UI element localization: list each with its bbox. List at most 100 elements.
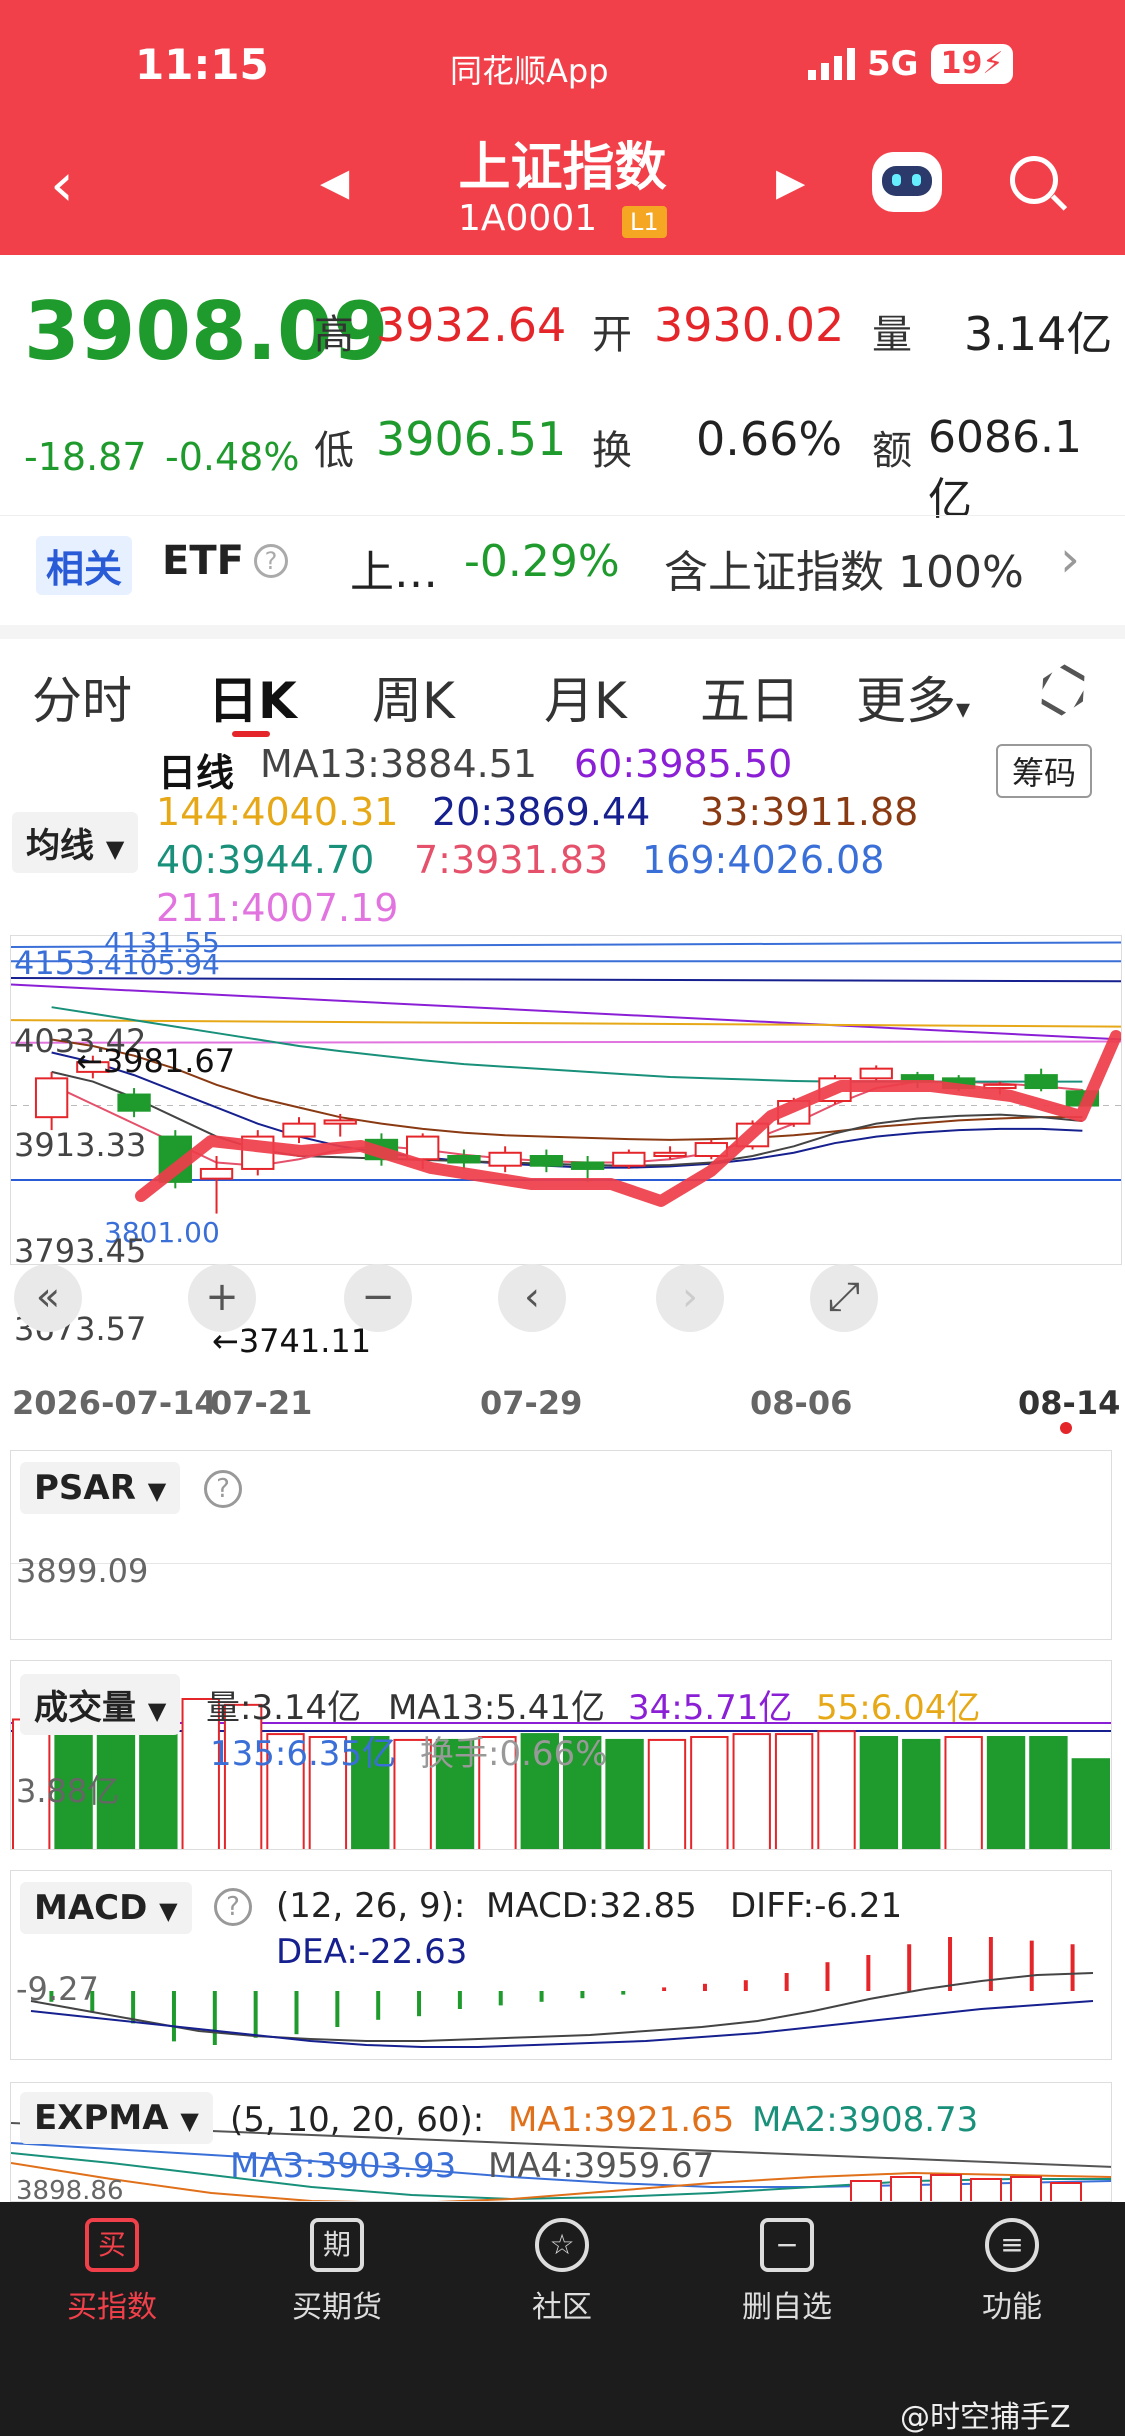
ma-item: 144:4040.31	[156, 790, 399, 834]
macd-label: MACD	[34, 1888, 148, 1928]
watermark: @时空捕手Z	[900, 2400, 1071, 2435]
volume-select[interactable]: 成交量 ▼	[20, 1674, 181, 1735]
amount-value: 6086.1亿	[928, 412, 1082, 525]
signal-icon	[808, 48, 855, 80]
help-icon[interactable]: ?	[254, 544, 288, 578]
candle-body	[199, 1167, 234, 1180]
tab-intraday[interactable]: 分时	[32, 661, 132, 733]
battery-level: 19	[940, 46, 983, 81]
nav-community[interactable]: ☆ 社区	[482, 2218, 642, 2326]
dropdown-icon: ▼	[180, 2107, 199, 2135]
ma-select[interactable]: 均线 ▼	[12, 812, 139, 873]
expma-ma4: MA4:3959.67	[488, 2146, 715, 2186]
robot-assistant-icon[interactable]	[872, 152, 942, 212]
candle-body	[34, 1077, 69, 1119]
dropdown-icon: ▼	[147, 1477, 167, 1505]
nav-buy-index[interactable]: 买买指数	[32, 2218, 192, 2326]
volume-bar	[986, 1736, 1026, 1849]
network-type: 5G	[867, 44, 919, 84]
volume-axis-label: 3.88亿	[16, 1772, 120, 1810]
volume-bar	[732, 1733, 771, 1849]
expma-ma3: MA3:3903.93	[230, 2146, 457, 2186]
candle-body	[570, 1161, 605, 1170]
volume-bar	[817, 1730, 856, 1849]
volume-bar	[690, 1736, 729, 1849]
y-axis-label: 4105.94	[104, 948, 220, 981]
scroll-left-button[interactable]: ‹	[498, 1264, 566, 1332]
mark-high: ←3981.67	[76, 1042, 236, 1080]
volume-ma34: 34:5.71亿	[628, 1688, 793, 1728]
status-indicators: 5G 19⚡	[808, 44, 1014, 84]
tab-more-label: 更多	[856, 672, 956, 730]
related-etf-name: 上…	[350, 547, 438, 598]
rewind-button[interactable]: «	[14, 1264, 82, 1332]
psar-label: PSAR	[34, 1468, 136, 1508]
tab-more[interactable]: 更多▾	[856, 661, 970, 733]
expma-candle	[930, 2174, 962, 2201]
tab-monthly-k[interactable]: 月K	[544, 661, 627, 733]
remove-icon: −	[760, 2218, 814, 2272]
nav-label: 买指数	[67, 2290, 157, 2325]
turnover-label: 换	[592, 428, 632, 474]
expma-candle	[970, 2178, 1002, 2201]
open-value: 3930.02	[654, 298, 845, 352]
x-axis-label: 07-21	[210, 1384, 313, 1422]
volume-bar	[902, 1738, 941, 1849]
nav-remove-watchlist[interactable]: − 删自选	[707, 2218, 867, 2326]
macd-select[interactable]: MACD ▼	[20, 1882, 192, 1934]
amount-label: 额	[872, 428, 912, 474]
macd-value: MACD:32.85	[486, 1886, 697, 1926]
search-icon[interactable]	[1010, 156, 1068, 212]
next-stock-icon[interactable]: ▶	[776, 160, 805, 204]
price-change-pct: -0.48%	[165, 435, 300, 479]
volume-label: 量	[872, 312, 912, 358]
nav-functions[interactable]: ≡ 功能	[932, 2218, 1092, 2326]
settings-icon[interactable]	[1032, 659, 1095, 722]
ma-item: 33:3911.88	[700, 790, 919, 834]
ma-item: 40:3944.70	[156, 838, 375, 882]
expma-candle	[890, 2176, 922, 2201]
candle-body	[282, 1122, 316, 1138]
fullscreen-button[interactable]: ⤢	[810, 1264, 878, 1332]
current-date-dot	[1060, 1422, 1072, 1434]
related-tag: 相关	[36, 536, 133, 595]
related-etf-pct: -0.29%	[464, 536, 620, 587]
candle-body	[612, 1151, 646, 1167]
chip-button[interactable]: 筹码	[996, 744, 1093, 798]
ma-item: 20:3869.44	[432, 790, 651, 834]
volume-ma13: MA13:5.41亿	[388, 1688, 606, 1728]
scroll-right-button[interactable]: ›	[656, 1264, 724, 1332]
tab-daily-k[interactable]: 日K	[208, 661, 297, 733]
help-icon[interactable]: ?	[214, 1888, 252, 1926]
related-etf-row[interactable]: 相关 ETF ? 上… -0.29% 含上证指数 100% ›	[0, 515, 1125, 613]
macd-dea: DEA:-22.63	[276, 1932, 468, 1972]
expma-select[interactable]: EXPMA ▼	[20, 2092, 213, 2144]
page-title: 上证指数	[458, 138, 667, 198]
macd-line	[30, 2000, 1094, 2048]
candle-body	[447, 1155, 481, 1164]
volume-bar	[1071, 1758, 1110, 1849]
futures-icon: 期	[310, 2218, 364, 2272]
ma-item: 60:3985.50	[574, 742, 793, 786]
volume-ma135: 135:6.35亿	[210, 1734, 397, 1774]
dropdown-icon: ▼	[105, 835, 125, 863]
zoom-out-button[interactable]: −	[344, 1264, 412, 1332]
open-label: 开	[592, 312, 632, 358]
volume-bar	[944, 1736, 983, 1849]
tab-five-day[interactable]: 五日	[700, 661, 800, 733]
y-axis-label: 4153.	[14, 944, 106, 982]
help-icon[interactable]: ?	[204, 1470, 242, 1508]
low-value: 3906.51	[376, 412, 567, 466]
tab-weekly-k[interactable]: 周K	[372, 661, 455, 733]
nav-label: 社区	[532, 2290, 592, 2325]
line-type-label: 日线	[158, 751, 235, 795]
app-header: 11:15 同花顺App 5G 19⚡ ‹ ◀ 上证指数 1A0001 L1 ▶	[0, 0, 1125, 255]
volume-bar	[1029, 1736, 1068, 1849]
psar-select[interactable]: PSAR ▼	[20, 1462, 181, 1514]
expma-params: (5, 10, 20, 60):	[230, 2100, 485, 2140]
macd-params: (12, 26, 9):	[276, 1886, 466, 1926]
dropdown-icon: ▼	[159, 1897, 178, 1925]
nav-buy-futures[interactable]: 期买期货	[257, 2218, 417, 2326]
menu-icon: ≡	[985, 2218, 1039, 2272]
zoom-in-button[interactable]: +	[188, 1264, 256, 1332]
